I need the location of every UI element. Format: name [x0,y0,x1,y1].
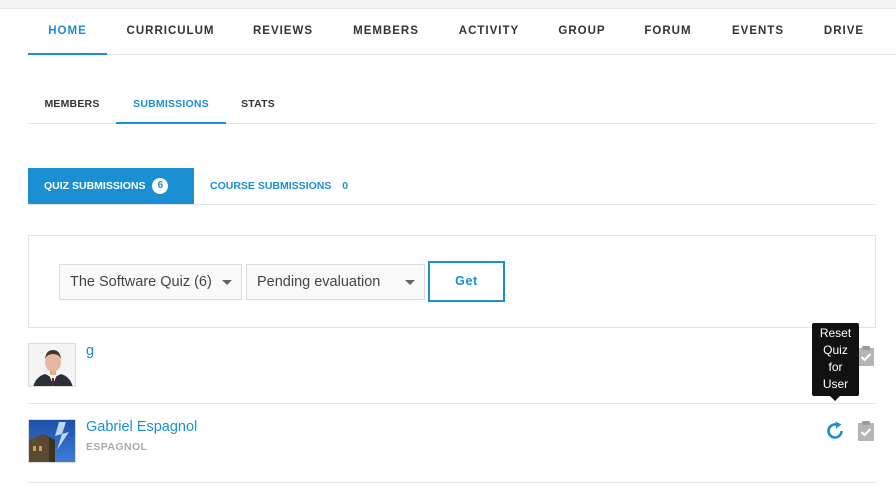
subnav-submissions[interactable]: SUBMISSIONS [116,86,226,124]
nav-forum[interactable]: FORUM [642,9,694,55]
main-nav: HOME CURRICULUM REVIEWS MEMBERS ACTIVITY… [28,9,896,55]
tooltip-line: Reset [819,326,852,340]
nav-activity[interactable]: ACTIVITY [455,9,523,55]
lightning-building-photo [29,420,75,462]
submission-tabs: QUIZ SUBMISSIONS 6 COURSE SUBMISSIONS 0 [28,168,876,205]
nav-home[interactable]: HOME [28,9,107,55]
list-item: Gabriel Espagnol ESPAGNOL [28,404,876,483]
nav-drive[interactable]: DRIVE [820,9,868,55]
status-select-value: Pending evaluation [257,274,381,290]
man-in-suit-photo [29,344,75,386]
refresh-icon[interactable] [824,420,846,442]
course-count: 0 [342,180,349,192]
tab-course-label: COURSE SUBMISSIONS [210,180,332,192]
user-name-link[interactable]: Gabriel Espagnol [86,419,197,435]
filter-panel: The Software Quiz (6) Pending evaluation… [28,235,876,328]
quiz-select[interactable]: The Software Quiz (6) [59,264,242,300]
quiz-select-value: The Software Quiz (6) [70,274,212,290]
tab-quiz-label: QUIZ SUBMISSIONS [44,180,146,192]
quiz-count-badge: 6 [152,178,169,194]
tooltip-arrow [830,396,840,401]
chevron-down-icon [222,280,232,285]
nav-members[interactable]: MEMBERS [350,9,422,55]
user-username: ESPAGNOL [86,441,148,453]
tooltip-line: for [828,360,843,374]
chevron-down-icon [405,280,415,285]
nav-reviews[interactable]: REVIEWS [248,9,318,55]
user-name-link[interactable]: g [86,343,94,359]
list-item: g [28,328,876,404]
tab-quiz-submissions[interactable]: QUIZ SUBMISSIONS 6 [28,168,194,204]
nav-group[interactable]: GROUP [556,9,608,55]
nav-events[interactable]: EVENTS [728,9,788,55]
avatar[interactable] [28,419,76,463]
tooltip-line: Quiz [823,343,848,357]
subnav-members[interactable]: MEMBERS [40,86,104,124]
status-select[interactable]: Pending evaluation [246,264,425,300]
clipboard-check-icon[interactable] [855,420,877,442]
nav-curriculum[interactable]: CURRICULUM [121,9,220,55]
subnav-stats[interactable]: STATS [236,86,280,124]
tooltip-line: User [822,377,849,391]
top-strip [0,0,896,9]
get-button[interactable]: Get [428,261,505,302]
sub-nav: MEMBERS SUBMISSIONS STATS [28,86,876,124]
reset-quiz-tooltip: Reset Quiz for User [812,323,859,401]
tab-course-submissions[interactable]: COURSE SUBMISSIONS 0 [210,168,348,204]
avatar[interactable] [28,343,76,387]
